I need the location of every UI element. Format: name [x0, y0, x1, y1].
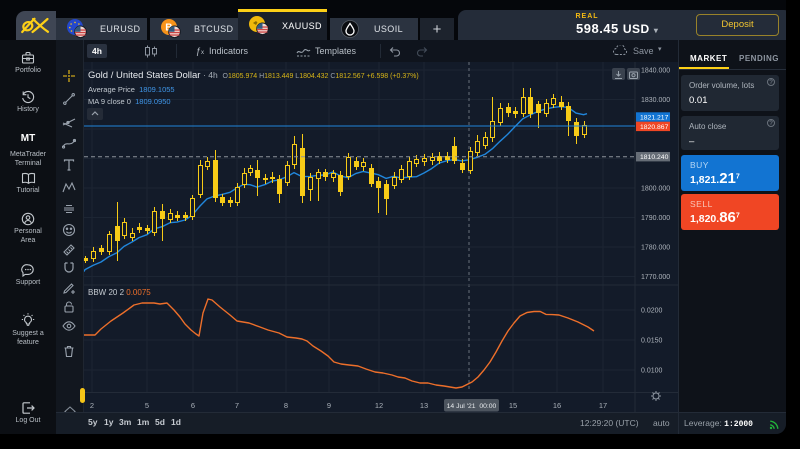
svg-text:16: 16 — [553, 401, 561, 410]
svg-text:1800.000: 1800.000 — [641, 186, 670, 193]
svg-text:12: 12 — [375, 401, 383, 410]
svg-text:6: 6 — [191, 401, 195, 410]
svg-text:7: 7 — [235, 401, 239, 410]
svg-text:1810.240: 1810.240 — [640, 154, 669, 161]
svg-text:1830.000: 1830.000 — [641, 97, 670, 104]
svg-text:0.0200: 0.0200 — [641, 308, 663, 315]
svg-text:9: 9 — [327, 401, 331, 410]
svg-text:2: 2 — [90, 401, 94, 410]
svg-text:5: 5 — [145, 401, 149, 410]
svg-text:1820.867: 1820.867 — [640, 124, 669, 131]
svg-text:0.0100: 0.0100 — [641, 368, 663, 375]
svg-text:17: 17 — [599, 401, 607, 410]
svg-text:1770.000: 1770.000 — [641, 274, 670, 281]
svg-text:BBW 20 2 0.0075: BBW 20 2 0.0075 — [88, 288, 151, 297]
svg-text:1840.000: 1840.000 — [641, 68, 670, 75]
svg-text:0.0150: 0.0150 — [641, 338, 663, 345]
svg-text:15: 15 — [509, 401, 517, 410]
svg-text:13: 13 — [420, 401, 428, 410]
svg-text:14 Jul '21 00:00: 14 Jul '21 00:00 — [447, 403, 497, 410]
svg-text:1780.000: 1780.000 — [641, 245, 670, 252]
svg-text:1790.000: 1790.000 — [641, 215, 670, 222]
svg-text:1821.217: 1821.217 — [640, 115, 669, 122]
svg-text:8: 8 — [284, 401, 288, 410]
